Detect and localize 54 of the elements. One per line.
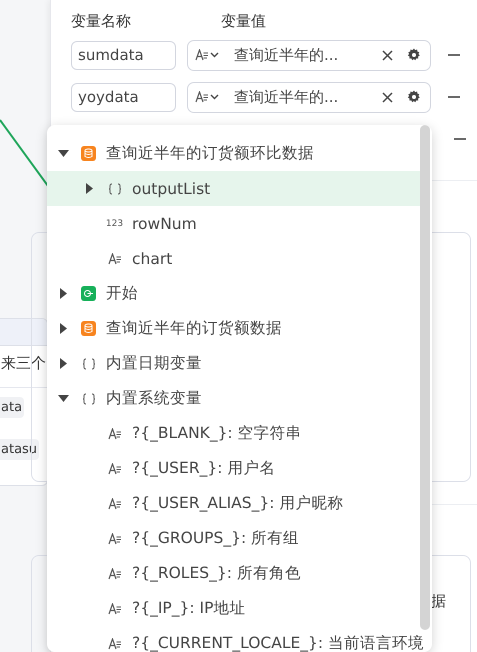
text-type-icon [108, 602, 122, 614]
caret-icon [210, 94, 219, 100]
text-type-icon [108, 638, 122, 650]
close-icon [382, 92, 393, 102]
close-icon [382, 50, 393, 60]
type-label: 123 [106, 218, 124, 228]
tree-item[interactable]: 开始 [47, 276, 420, 311]
variable-chip: atasu [0, 439, 40, 460]
column-header: 变量名称 [71, 12, 132, 32]
tree-item[interactable]: ?{_ROLES_}: 所有角色 [47, 556, 420, 591]
column-header: 变量值 [221, 12, 266, 32]
card-text: 据 [431, 592, 446, 611]
text-type-icon [108, 428, 122, 440]
tree-item[interactable]: 内置系统变量 [47, 381, 420, 416]
tree-item[interactable]: ?{_IP_}: IP地址 [47, 591, 420, 626]
expand-icon[interactable] [86, 183, 92, 194]
scrollbar-thumb[interactable] [420, 125, 430, 630]
name-field[interactable]: yoydata [71, 82, 176, 112]
braces-icon [82, 358, 96, 370]
tree-item[interactable]: ?{_GROUPS_}: 所有组 [47, 521, 420, 556]
tree-item[interactable]: 查询近半年的订货额数据 [47, 311, 420, 346]
caret-icon [210, 52, 219, 58]
expand-icon[interactable] [60, 358, 66, 369]
braces-icon [108, 182, 122, 194]
value-field[interactable]: 查询近半年的... [187, 82, 431, 112]
tree-item[interactable]: outputList [47, 171, 420, 206]
tree-item[interactable]: ?{_USER_ALIAS_}: 用户昵称 [47, 486, 420, 521]
text-type-icon [195, 91, 209, 103]
tree-item[interactable]: 查询近半年的订货额环比数据 [47, 136, 420, 171]
variable-chip: ata [0, 397, 24, 418]
connector-line [0, 118, 50, 188]
text-type-icon [108, 498, 122, 510]
settings-icon [407, 90, 421, 104]
settings-icon [407, 48, 421, 62]
text-type-icon [108, 568, 122, 580]
collapse-icon[interactable] [58, 150, 68, 157]
tree-item[interactable]: ?{_USER_}: 用户名 [47, 451, 420, 486]
tree-item[interactable]: 123 rowNum [47, 206, 420, 241]
name-field[interactable]: sumdata [71, 40, 176, 70]
tree-item[interactable]: 内置日期变量 [47, 346, 420, 381]
tree-item[interactable]: chart [47, 241, 420, 276]
expand-icon[interactable] [60, 288, 66, 299]
braces-icon [82, 392, 96, 404]
text-type-icon [108, 462, 122, 474]
text-type-icon [108, 532, 122, 544]
text-type-icon [195, 49, 209, 61]
start-icon [81, 286, 96, 301]
collapse-icon[interactable] [58, 395, 68, 402]
expand-icon[interactable] [60, 323, 66, 334]
database-icon [81, 321, 96, 336]
value-field[interactable]: 查询近半年的... [187, 40, 431, 70]
database-icon [81, 146, 96, 161]
tree-item[interactable]: ?{_BLANK_}: 空字符串 [47, 416, 420, 451]
text-type-icon [108, 252, 122, 264]
